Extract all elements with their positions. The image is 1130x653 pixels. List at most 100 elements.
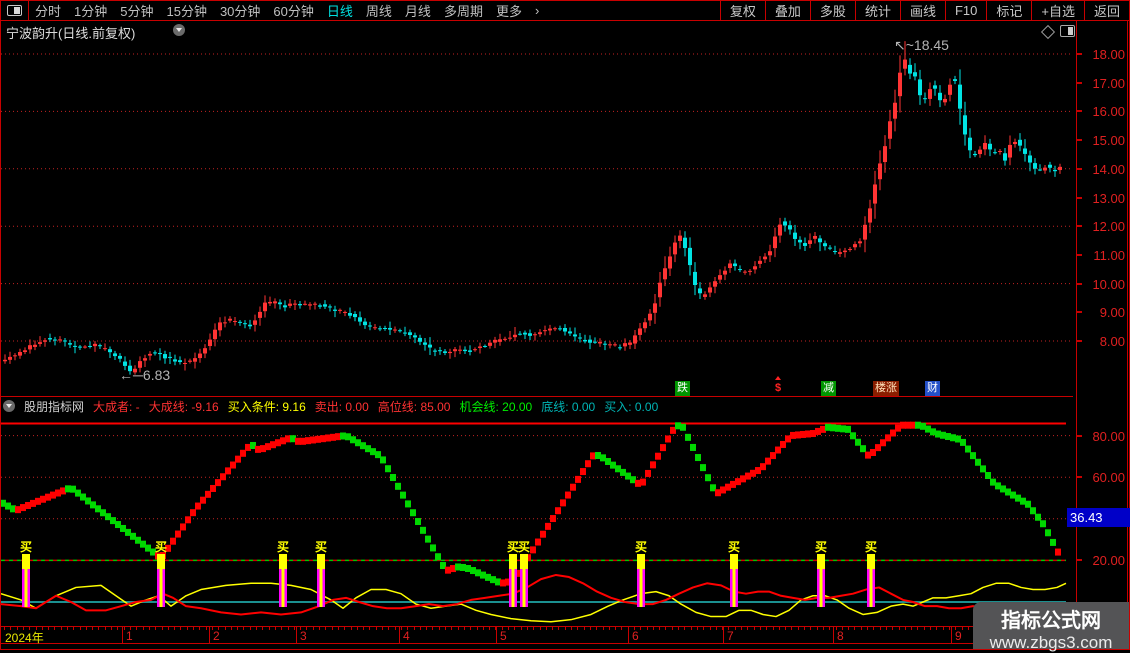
period-menu-item[interactable]: 5分钟 — [120, 1, 153, 20]
time-tick — [332, 627, 333, 630]
low-annotation: ←─6.83 — [119, 367, 171, 383]
period-menu-item[interactable]: 30分钟 — [220, 1, 260, 20]
time-tick — [785, 627, 786, 630]
indicator-chart[interactable]: 买买买买买买买买买买 — [1, 413, 1073, 626]
price-axis-label: 9.00 — [1099, 305, 1125, 321]
time-tick — [779, 627, 780, 630]
time-tick — [577, 627, 578, 630]
period-menu-item[interactable]: 月线 — [405, 1, 431, 20]
indicator-axis-label: 20.00 — [1092, 553, 1125, 569]
svg-text:买: 买 — [155, 540, 167, 554]
time-tick — [508, 627, 509, 630]
time-tick — [376, 627, 377, 630]
svg-text:买: 买 — [20, 540, 32, 554]
main-kline-chart[interactable] — [1, 39, 1073, 397]
time-tick — [288, 627, 289, 630]
time-tick — [571, 627, 572, 630]
indicator-axis-label: 60.00 — [1092, 470, 1125, 486]
tool-menu-item[interactable]: 多股 — [809, 1, 855, 20]
time-tick — [880, 627, 881, 630]
time-tick — [684, 627, 685, 630]
time-tick — [754, 627, 755, 630]
svg-text:买: 买 — [728, 540, 740, 554]
split-panel-icon[interactable] — [1060, 25, 1075, 37]
tool-menu-item[interactable]: 返回 — [1083, 1, 1129, 20]
tool-menu-item[interactable]: 画线 — [899, 1, 945, 20]
time-tick — [691, 627, 692, 630]
time-tick — [533, 627, 534, 630]
time-tick — [810, 627, 811, 630]
indicator-header-item: 股朋指标网 — [24, 399, 85, 414]
svg-text:买: 买 — [815, 540, 827, 554]
more-arrow-icon[interactable]: › — [535, 3, 539, 18]
diamond-icon[interactable] — [1040, 24, 1056, 40]
time-tick — [609, 627, 610, 630]
time-tick — [325, 627, 326, 630]
time-tick — [899, 627, 900, 630]
tool-menu-item[interactable]: F10 — [944, 1, 986, 20]
period-menu-item[interactable]: 多周期 — [444, 1, 483, 20]
tool-menu-item[interactable]: 统计 — [854, 1, 900, 20]
month-label: 4 — [403, 629, 410, 643]
indicator-header-item: 高位线: 85.00 — [377, 399, 451, 414]
tool-menu-item[interactable]: 标记 — [986, 1, 1031, 20]
time-tick — [382, 627, 383, 630]
watermark-title: 指标公式网 — [1001, 610, 1101, 632]
high-annotation: ↖~18.45 — [894, 37, 949, 53]
time-tick — [458, 627, 459, 630]
month-label: 7 — [727, 629, 734, 643]
period-menu-item[interactable]: 分时 — [35, 1, 61, 20]
title-bar: 宁波韵升(日线.前复权) — [1, 20, 1129, 41]
time-tick — [432, 627, 433, 630]
price-axis-label: 10.00 — [1092, 276, 1125, 292]
period-menu-item[interactable]: 周线 — [366, 1, 392, 20]
time-tick — [80, 627, 81, 630]
period-menu-item[interactable]: 1分钟 — [74, 1, 107, 20]
tool-menu: 复权 叠加 多股 统计 画线 F10 标记 +自选 返回 — [719, 1, 1129, 20]
time-tick — [124, 627, 125, 630]
month-separator — [209, 627, 210, 643]
indicator-header-item: 底线: 0.00 — [541, 399, 596, 414]
indicator-header-item: 买入条件: 9.16 — [227, 399, 306, 414]
period-menu-item[interactable]: 日线 — [327, 1, 353, 20]
time-tick — [187, 627, 188, 630]
time-tick — [401, 627, 402, 630]
time-tick — [911, 627, 912, 630]
time-axis[interactable]: 2024年 1 2 3 4 5 6 7 8 9 — [1, 626, 1129, 645]
period-menu-item[interactable]: 更多 — [496, 1, 522, 20]
period-menu-item[interactable]: 60分钟 — [273, 1, 313, 20]
watermark-url: www.zbgs3.com — [989, 633, 1113, 652]
chevron-down-icon[interactable] — [3, 400, 15, 412]
price-axis-label: 15.00 — [1092, 133, 1125, 149]
tool-menu-item[interactable]: 叠加 — [764, 1, 810, 20]
time-tick — [886, 627, 887, 630]
time-tick — [710, 627, 711, 630]
low-arrow-icon: ←─ — [119, 367, 143, 383]
time-tick — [243, 627, 244, 630]
event-flag: 减 — [821, 381, 836, 396]
period-menu-item[interactable]: 15分钟 — [166, 1, 206, 20]
indicator-header-item: 大成线: -9.16 — [148, 399, 219, 414]
time-tick — [36, 627, 37, 630]
layout-button[interactable] — [1, 1, 29, 20]
month-separator — [628, 627, 629, 643]
tool-menu-item[interactable]: 复权 — [719, 1, 765, 20]
time-tick — [262, 627, 263, 630]
indicator-header: 股朋指标网 大成者: - 大成线: -9.16 买入条件: 9.16 卖出: 0.00 高… — [3, 399, 658, 414]
time-tick — [747, 627, 748, 630]
right-border — [1127, 21, 1128, 642]
month-separator — [951, 627, 952, 643]
time-tick — [892, 627, 893, 630]
month-label: 9 — [955, 629, 962, 643]
month-separator — [496, 627, 497, 643]
month-label: 6 — [632, 629, 639, 643]
time-tick — [29, 627, 30, 630]
time-tick — [17, 627, 18, 630]
chevron-down-icon[interactable] — [173, 24, 185, 36]
time-tick — [363, 627, 364, 630]
time-tick — [603, 627, 604, 630]
time-tick — [149, 627, 150, 630]
time-tick — [741, 627, 742, 630]
tool-menu-item[interactable]: +自选 — [1031, 1, 1084, 20]
time-tick — [590, 627, 591, 630]
